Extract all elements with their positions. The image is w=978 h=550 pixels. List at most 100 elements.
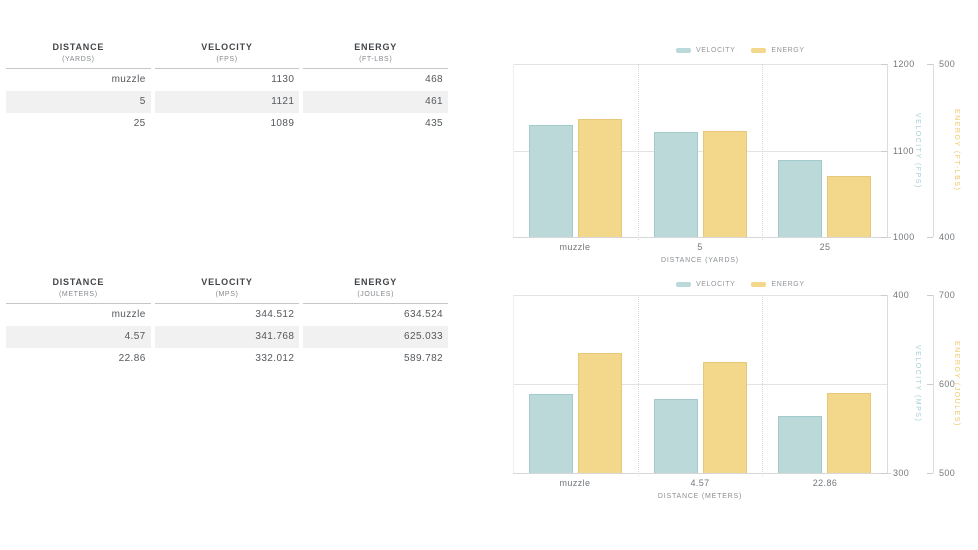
table-cell: 589.782 [404,353,443,364]
velocity-bar[interactable] [654,399,698,473]
grid-line [513,384,887,385]
y-tick-label: 1200 [893,59,915,69]
tick-mark [881,295,887,296]
x-axis-title: DISTANCE (METERS) [657,493,743,500]
column-label: DISTANCE [52,42,105,52]
tick-mark [927,473,933,474]
table-cell: 22.86 [118,353,146,364]
column-unit: (FPS) [216,56,238,63]
table-cell: 461 [303,91,448,113]
tick-mark [927,295,933,296]
y-tick-label: 300 [893,468,910,478]
table-imperial: DISTANCE (YARDS) VELOCITY (FPS) ENERGY (FT-LB… [6,42,448,135]
column-header-energy: ENERGY (JOULES) [303,277,448,304]
energy-bar[interactable] [578,353,622,473]
legend-label: VELOCITY [696,281,736,288]
energy-bar[interactable] [827,176,871,237]
velocity-axis-line [887,64,888,237]
table-cell: 5 [6,91,151,113]
column-label: ENERGY [354,42,398,52]
table-cell: muzzle [111,309,146,320]
velocity-swatch-icon [676,282,691,287]
column-label: VELOCITY [201,277,253,287]
legend-label: VELOCITY [696,47,736,54]
legend-item-velocity[interactable]: VELOCITY [676,281,735,288]
energy-swatch-icon [751,282,767,287]
column-label: ENERGY [354,277,398,287]
table-cell: 1089 [270,118,295,129]
grid-line-top [513,64,887,65]
tick-mark [881,473,887,474]
grid-line-vertical [762,295,763,476]
table-cell: 435 [425,118,443,129]
table-cell: 332.012 [255,353,295,364]
x-tick-label: 25 [819,242,831,252]
x-tick-label: muzzle [559,242,591,252]
x-tick-label: 4.57 [690,478,710,488]
table-metric: DISTANCE (METERS) VELOCITY (MPS) ENERGY (JOUL… [6,277,448,370]
table-cell: 634.524 [404,309,443,320]
energy-swatch-icon [751,48,767,53]
legend-label: ENERGY [771,47,805,54]
tick-mark [881,237,887,238]
column-label: VELOCITY [201,42,253,52]
velocity-bar[interactable] [529,125,573,237]
column-unit: (JOULES) [357,291,395,298]
table-cell: 1130 [271,74,295,85]
x-tick-label: 5 [697,242,703,252]
column-header-distance: DISTANCE (YARDS) [6,42,151,69]
tick-mark [927,384,933,385]
table-cell: 344.512 [255,309,295,320]
legend-item-energy[interactable]: ENERGY [751,47,804,54]
table-cell: 625.033 [303,326,448,348]
legend-label: ENERGY [771,281,805,288]
column-unit: (MPS) [215,291,239,298]
chart-legend: VELOCITY ENERGY [676,47,805,54]
column-header-velocity: VELOCITY (MPS) [154,277,300,304]
tick-mark [927,64,933,65]
velocity-bar[interactable] [654,132,698,237]
energy-axis-line [933,295,934,473]
velocity-bar[interactable] [529,394,573,473]
velocity-axis-label: VELOCITY (FPS) [914,112,921,189]
energy-bar[interactable] [827,393,871,473]
table-cell: 341.768 [154,326,300,348]
energy-bar[interactable] [703,362,747,473]
column-header-energy: ENERGY (FT-LBS) [303,42,448,69]
grid-line-top [513,295,887,296]
tick-mark [881,64,887,65]
column-unit: (YARDS) [62,56,95,63]
x-tick-label: muzzle [559,478,591,488]
table-cell: 1121 [154,91,300,113]
velocity-axis-line [887,295,888,473]
legend-item-energy[interactable]: ENERGY [751,281,804,288]
column-unit: (FT-LBS) [359,56,393,63]
y-axis-left-line [513,295,514,473]
tick-mark [881,151,887,152]
energy-bar[interactable] [703,131,747,237]
y-tick-label: 1100 [893,146,914,156]
column-header-distance: DISTANCE (METERS) [6,277,151,304]
velocity-bar[interactable] [778,416,822,473]
velocity-swatch-icon [676,48,691,53]
grid-line-vertical [638,295,639,476]
velocity-axis-label: VELOCITY (MPS) [914,345,921,423]
energy-bar[interactable] [578,119,622,237]
energy-axis-label: ENERGY (JOULES) [953,341,960,427]
column-unit: (METERS) [59,291,98,298]
x-tick-label: 22.86 [812,478,838,488]
x-axis-line [513,237,891,238]
energy-axis-line [933,64,934,237]
x-axis-title: DISTANCE (YARDS) [661,257,739,264]
table-cell: 468 [425,74,443,85]
tick-mark [927,237,933,238]
y-tick-label: 400 [893,290,910,300]
energy-axis-label: ENERGY (FT-LBS) [953,109,960,192]
column-label: DISTANCE [52,277,105,287]
velocity-bar[interactable] [778,160,822,237]
table-cell: 4.57 [6,326,151,348]
legend-item-velocity[interactable]: VELOCITY [676,47,735,54]
table-cell: 25 [133,118,146,129]
y-tick-label: 1000 [893,232,915,242]
y-axis-left-line [513,64,514,237]
